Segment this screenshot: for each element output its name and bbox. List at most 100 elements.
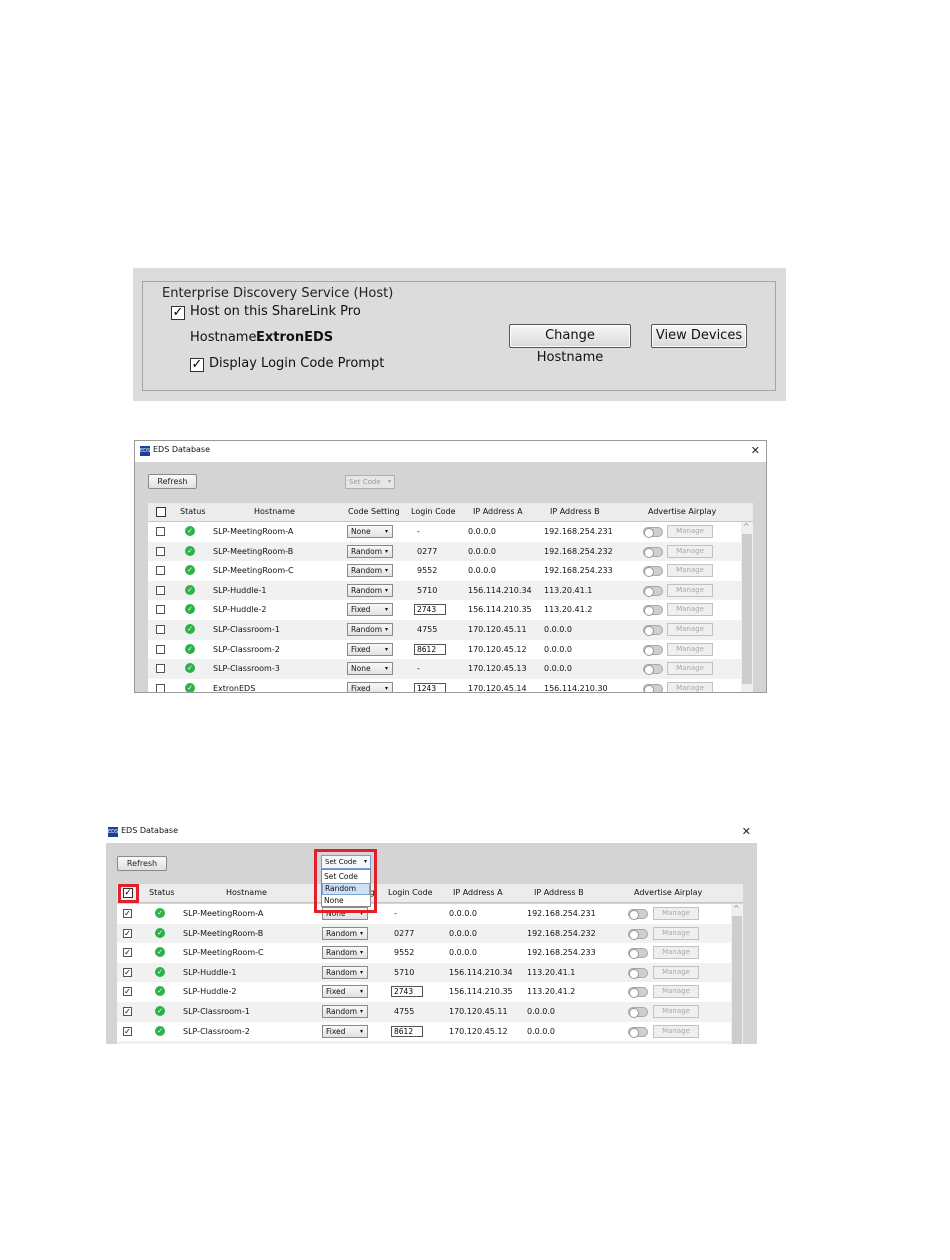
code-setting-select[interactable]: Fixed ▾ (347, 603, 393, 617)
table-row[interactable]: ✓ SLP-Classroom-2 Fixed ▾ 8612 170.120.45.12 0… (148, 639, 741, 660)
manage-button[interactable]: Manage (667, 642, 713, 656)
row-checkbox[interactable] (156, 644, 165, 654)
table-row[interactable]: ✓✓SLP-Classroom-3None▾-170.120.45.130.0.… (117, 1041, 731, 1044)
code-setting-select[interactable]: Random ▾ (322, 965, 368, 979)
advertise-airplay-toggle[interactable] (643, 605, 663, 617)
table-row[interactable]: ✓ ✓ SLP-Huddle-1 Random ▾ 5710 156.114.210.34 1… (117, 962, 731, 983)
advertise-airplay-toggle[interactable] (628, 948, 648, 960)
row-checkbox[interactable] (156, 625, 165, 634)
manage-button[interactable]: Manage (667, 544, 713, 558)
login-code-input[interactable]: 8612 (414, 643, 446, 655)
set-code-dropdown[interactable]: Set Code ▾ (345, 475, 395, 489)
advertise-airplay-toggle[interactable] (628, 1007, 648, 1018)
table-row[interactable]: ✓ SLP-Classroom-3 None ▾ - 170.120.45.13 0.0.0… (148, 659, 741, 679)
row-checkbox[interactable] (156, 546, 165, 556)
advertise-airplay-toggle[interactable] (628, 967, 648, 979)
advertise-airplay-toggle[interactable] (643, 625, 663, 636)
row-checkbox[interactable] (156, 683, 165, 692)
refresh-button[interactable]: Refresh (148, 474, 197, 489)
close-icon[interactable]: ✕ (742, 825, 751, 838)
table-row[interactable]: ✓ ✓ SLP-MeetingRoom-C Random ▾ 9552 0.0.0.0 192… (117, 943, 731, 963)
table-row[interactable]: ✓ SLP-Huddle-1 Random ▾ 5710 156.114.210.34 11… (148, 580, 741, 601)
row-checkbox[interactable]: ✓ (123, 1026, 132, 1036)
scroll-thumb[interactable] (742, 534, 752, 684)
vertical-scrollbar[interactable]: ^ (741, 522, 753, 692)
display-login-code-checkbox[interactable]: ✓ (190, 358, 204, 372)
manage-button[interactable]: Manage (653, 985, 699, 999)
code-setting-select[interactable]: Random ▾ (347, 623, 393, 636)
advertise-airplay-toggle[interactable] (643, 585, 663, 597)
manage-button[interactable]: Manage (667, 623, 713, 636)
manage-button[interactable]: Manage (653, 926, 699, 940)
advertise-airplay-toggle[interactable] (628, 1026, 648, 1038)
code-setting-select[interactable]: Random ▾ (322, 926, 368, 940)
row-checkbox[interactable] (156, 605, 165, 615)
advertise-airplay-toggle[interactable] (643, 644, 663, 656)
table-row[interactable]: ✓ ✓ SLP-MeetingRoom-A None ▾ -0.0.0.0 192.168.… (117, 904, 731, 924)
manage-button[interactable]: Manage (667, 525, 713, 538)
code-setting-select[interactable]: Fixed ▾ (347, 681, 393, 692)
refresh-button[interactable]: Refresh (117, 856, 167, 871)
select-all-checkbox[interactable] (156, 507, 166, 517)
code-setting-select[interactable]: Fixed ▾ (322, 1024, 368, 1038)
row-checkbox[interactable]: ✓ (123, 1007, 132, 1016)
table-row[interactable]: ✓ SLP-Classroom-1 Random ▾ 4755 170.120.45.11… (148, 620, 741, 640)
row-checkbox[interactable] (156, 527, 165, 536)
table-row[interactable]: ✓ SLP-MeetingRoom-A None ▾ - 0.0.0.0 192.168.2… (148, 522, 741, 542)
code-setting-select[interactable]: Random ▾ (322, 1005, 368, 1018)
table-row[interactable]: ✓ ✓ SLP-Classroom-1 Random ▾ 4755 170.120.45.1… (117, 1002, 731, 1022)
code-setting-select[interactable]: None ▾ (347, 525, 393, 538)
code-setting-select[interactable]: Fixed ▾ (347, 642, 393, 656)
table-row[interactable]: ✓ ExtronEDS Fixed ▾ 1243 170.120.45.14 156.114… (148, 678, 741, 692)
row-checkbox[interactable]: ✓ (123, 948, 132, 958)
row-checkbox[interactable] (156, 566, 165, 576)
row-checkbox[interactable] (156, 585, 165, 595)
manage-button[interactable]: Manage (667, 564, 713, 578)
manage-button[interactable]: Manage (667, 681, 713, 692)
row-checkbox[interactable]: ✓ (123, 967, 132, 977)
code-setting-select[interactable]: Random ▾ (347, 564, 393, 578)
advertise-airplay-toggle[interactable] (643, 527, 663, 538)
table-row[interactable]: ✓ ✓ SLP-MeetingRoom-B Random ▾ 0277 0.0.0.0 192… (117, 923, 731, 944)
view-devices-button[interactable]: View Devices (651, 324, 747, 348)
code-setting-select[interactable]: Random ▾ (347, 583, 393, 597)
manage-button[interactable]: Manage (653, 907, 699, 920)
manage-button[interactable]: Manage (653, 946, 699, 960)
table-row[interactable]: ✓ ✓ SLP-Classroom-2 Fixed ▾ 8612 170.120.45.12… (117, 1021, 731, 1042)
advertise-airplay-toggle[interactable] (628, 909, 648, 920)
manage-button[interactable]: Manage (653, 1005, 699, 1018)
advertise-airplay-toggle[interactable] (643, 566, 663, 578)
advertise-airplay-toggle[interactable] (628, 987, 648, 999)
row-checkbox[interactable]: ✓ (123, 987, 132, 997)
advertise-airplay-toggle[interactable] (643, 546, 663, 558)
scroll-up-icon[interactable]: ^ (733, 904, 740, 913)
scroll-thumb[interactable] (732, 916, 742, 1044)
login-code-input[interactable]: 2743 (414, 604, 446, 616)
login-code-input[interactable]: 2743 (391, 986, 423, 998)
login-code-input[interactable]: 1243 (414, 682, 446, 692)
code-setting-select[interactable]: Random ▾ (347, 544, 393, 558)
code-setting-select[interactable]: None ▾ (347, 662, 393, 676)
code-setting-select[interactable]: Fixed ▾ (322, 985, 368, 999)
advertise-airplay-toggle[interactable] (643, 683, 663, 692)
vertical-scrollbar[interactable]: ^ (731, 904, 743, 1044)
row-checkbox[interactable]: ✓ (123, 928, 132, 938)
login-code-input[interactable]: 8612 (391, 1025, 423, 1037)
manage-button[interactable]: Manage (667, 603, 713, 617)
table-row[interactable]: ✓ ✓ SLP-Huddle-2 Fixed ▾ 2743 156.114.210.35 11… (117, 982, 731, 1002)
row-checkbox[interactable] (156, 664, 165, 674)
change-hostname-button[interactable]: Change Hostname (509, 324, 631, 365)
manage-button[interactable]: Manage (653, 965, 699, 979)
table-row[interactable]: ✓ SLP-MeetingRoom-C Random ▾ 9552 0.0.0.0 192.… (148, 561, 741, 581)
row-checkbox[interactable]: ✓ (123, 909, 132, 918)
advertise-airplay-toggle[interactable] (643, 664, 663, 676)
manage-button[interactable]: Manage (653, 1024, 699, 1038)
table-row[interactable]: ✓ SLP-Huddle-2 Fixed ▾ 2743 156.114.210.35 113… (148, 600, 741, 620)
advertise-airplay-toggle[interactable] (628, 928, 648, 940)
close-icon[interactable]: ✕ (751, 444, 760, 457)
scroll-up-icon[interactable]: ^ (743, 522, 750, 531)
host-on-sharelink-checkbox[interactable]: ✓ (171, 306, 185, 320)
manage-button[interactable]: Manage (667, 583, 713, 597)
code-setting-select[interactable]: Random ▾ (322, 946, 368, 960)
manage-button[interactable]: Manage (667, 662, 713, 676)
